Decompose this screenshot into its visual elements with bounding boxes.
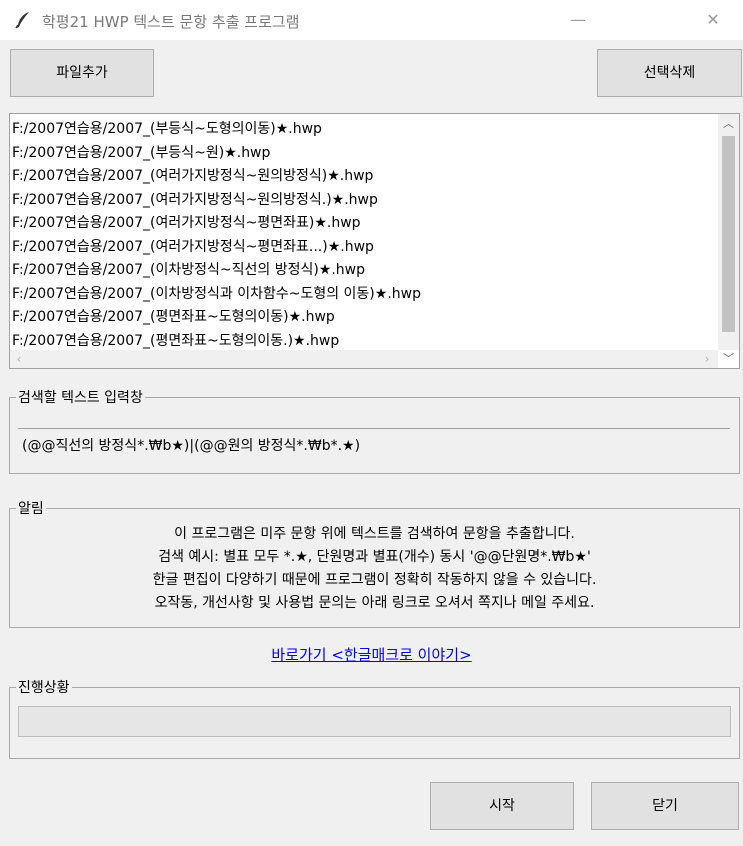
vertical-scrollbar[interactable]: ︿ <box>718 114 739 350</box>
file-list-item[interactable]: F:/2007연습용/2007_(이차방정식과 이차함수~도형의 이동)★.hw… <box>12 283 712 307</box>
file-list-item[interactable]: F:/2007연습용/2007_(부등식~도형의이동)★.hwp <box>12 118 712 142</box>
shortcut-link[interactable]: 바로가기 <한글매크로 이야기> <box>0 644 743 665</box>
scroll-up-icon[interactable]: ︿ <box>718 114 739 134</box>
progress-bar <box>18 706 731 737</box>
notice-legend: 알림 <box>16 498 46 518</box>
file-list-item[interactable]: F:/2007연습용/2007_(여러가지방정식~원의방정식)★.hwp <box>12 165 712 189</box>
file-list-items: F:/2007연습용/2007_(부등식~도형의이동)★.hwp F:/2007연… <box>12 118 712 353</box>
file-list-item[interactable]: F:/2007연습용/2007_(여러가지방정식~원의방정식.)★.hwp <box>12 189 712 213</box>
notice-text: 이 프로그램은 미주 문항 위에 텍스트를 검색하여 문항을 추출합니다. 검색… <box>10 523 739 615</box>
scroll-left-icon[interactable]: ‹ <box>10 350 28 368</box>
title-bar: 학평21 HWP 텍스트 문항 추출 프로그램 — ✕ <box>0 0 743 40</box>
progress-legend: 진행상황 <box>16 677 72 697</box>
notice-line: 이 프로그램은 미주 문항 위에 텍스트를 검색하여 문항을 추출합니다. <box>174 526 575 542</box>
close-window-button[interactable]: ✕ <box>690 0 736 40</box>
file-list-item[interactable]: F:/2007연습용/2007_(평면좌표~도형의이동)★.hwp <box>12 306 712 330</box>
search-group: 검색할 텍스트 입력창 (@@직선의 방정식*.₩b★)|(@@원의 방정식*.… <box>9 387 740 474</box>
horizontal-scrollbar[interactable]: ‹ › <box>10 350 718 368</box>
file-list-item[interactable]: F:/2007연습용/2007_(부등식~원)★.hwp <box>12 142 712 166</box>
notice-line: 한글 편집이 다양하기 때문에 프로그램이 정확히 작동하지 않을 수 있습니다… <box>152 572 597 588</box>
search-input[interactable]: (@@직선의 방정식*.₩b★)|(@@원의 방정식*.₩b*.★) <box>18 428 730 462</box>
notice-line: 검색 예시: 별표 모두 *.★, 단원명과 별표(개수) 동시 '@@단원명*… <box>158 549 591 565</box>
notice-line: 오작동, 개선사항 및 사용법 문의는 아래 링크로 오셔서 쪽지나 메일 주세… <box>154 595 595 611</box>
scrollbar-thumb[interactable] <box>722 136 735 332</box>
file-list-item[interactable]: F:/2007연습용/2007_(이차방정식~직선의 방정식)★.hwp <box>12 259 712 283</box>
progress-group: 진행상황 <box>9 677 740 759</box>
scroll-right-icon[interactable]: › <box>698 350 716 368</box>
minimize-button[interactable]: — <box>555 0 601 40</box>
search-legend: 검색할 텍스트 입력창 <box>16 387 145 407</box>
file-list-item[interactable]: F:/2007연습용/2007_(여러가지방정식~평면좌표...)★.hwp <box>12 236 712 260</box>
file-listbox[interactable]: F:/2007연습용/2007_(부등식~도형의이동)★.hwp F:/2007연… <box>9 113 740 369</box>
notice-group: 알림 이 프로그램은 미주 문항 위에 텍스트를 검색하여 문항을 추출합니다.… <box>9 498 740 628</box>
window-title: 학평21 HWP 텍스트 문항 추출 프로그램 <box>42 13 300 31</box>
file-list-item[interactable]: F:/2007연습용/2007_(여러가지방정식~평면좌표)★.hwp <box>12 212 712 236</box>
add-file-button[interactable]: 파일추가 <box>10 49 154 97</box>
feather-icon <box>15 12 29 29</box>
close-button[interactable]: 닫기 <box>591 782 739 830</box>
start-button[interactable]: 시작 <box>430 782 574 830</box>
delete-selected-button[interactable]: 선택삭제 <box>597 49 742 97</box>
scroll-down-icon[interactable]: ﹀ <box>718 350 739 368</box>
